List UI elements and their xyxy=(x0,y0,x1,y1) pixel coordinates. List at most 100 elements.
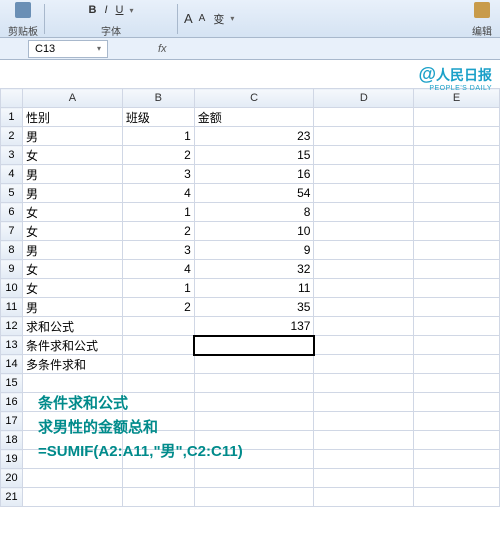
chevron-down-icon[interactable]: ▾ xyxy=(97,44,101,53)
cell[interactable]: 2 xyxy=(122,298,194,317)
cell[interactable] xyxy=(314,108,414,127)
paste-icon[interactable] xyxy=(15,2,31,18)
cell[interactable]: 4 xyxy=(122,184,194,203)
column-header[interactable]: B xyxy=(122,89,194,108)
cell[interactable] xyxy=(122,336,194,355)
name-box[interactable]: C13 ▾ xyxy=(28,40,108,58)
cell[interactable] xyxy=(314,488,414,507)
cell[interactable] xyxy=(122,488,194,507)
cell[interactable]: 4 xyxy=(122,260,194,279)
font-italic-icon[interactable]: I xyxy=(104,4,107,16)
row-header[interactable]: 20 xyxy=(1,469,23,488)
ribbon-group-font[interactable]: B I U ▾ 字体 xyxy=(51,0,171,38)
cell[interactable] xyxy=(414,260,500,279)
cell[interactable]: 班级 xyxy=(122,108,194,127)
row-header[interactable]: 16 xyxy=(1,393,23,412)
cell[interactable] xyxy=(194,355,314,374)
row-header[interactable]: 2 xyxy=(1,127,23,146)
row-header[interactable]: 10 xyxy=(1,279,23,298)
cell[interactable] xyxy=(414,298,500,317)
cell[interactable]: 男 xyxy=(22,127,122,146)
cell[interactable] xyxy=(314,412,414,431)
cell[interactable] xyxy=(194,336,314,355)
cell[interactable]: 1 xyxy=(122,203,194,222)
cell[interactable] xyxy=(414,431,500,450)
cell[interactable]: 女 xyxy=(22,279,122,298)
cell[interactable]: 多条件求和 xyxy=(22,355,122,374)
cell[interactable] xyxy=(194,488,314,507)
ribbon-group-clipboard[interactable]: 剪贴板 xyxy=(8,0,38,38)
cell[interactable]: 3 xyxy=(122,241,194,260)
cell[interactable]: 2 xyxy=(122,222,194,241)
cell[interactable]: 32 xyxy=(194,260,314,279)
cell[interactable]: 137 xyxy=(194,317,314,336)
cell[interactable]: 35 xyxy=(194,298,314,317)
cell[interactable] xyxy=(414,374,500,393)
cell[interactable] xyxy=(22,469,122,488)
row-header[interactable]: 19 xyxy=(1,450,23,469)
cell[interactable]: 1 xyxy=(122,279,194,298)
select-all-corner[interactable] xyxy=(1,89,23,108)
cell[interactable] xyxy=(314,450,414,469)
cell[interactable] xyxy=(414,336,500,355)
cell[interactable]: 54 xyxy=(194,184,314,203)
cell[interactable]: 女 xyxy=(22,222,122,241)
cell[interactable]: 女 xyxy=(22,260,122,279)
cell[interactable] xyxy=(414,279,500,298)
cell[interactable]: 11 xyxy=(194,279,314,298)
row-header[interactable]: 5 xyxy=(1,184,23,203)
cell[interactable]: 3 xyxy=(122,165,194,184)
font-underline-icon[interactable]: U xyxy=(116,4,124,16)
cell[interactable]: 男 xyxy=(22,184,122,203)
cell[interactable] xyxy=(414,355,500,374)
row-header[interactable]: 7 xyxy=(1,222,23,241)
cell[interactable] xyxy=(314,184,414,203)
cell[interactable]: 1 xyxy=(122,127,194,146)
column-header[interactable]: D xyxy=(314,89,414,108)
cell[interactable] xyxy=(314,146,414,165)
cell[interactable]: 男 xyxy=(22,165,122,184)
cell[interactable] xyxy=(414,317,500,336)
row-header[interactable]: 15 xyxy=(1,374,23,393)
cell[interactable] xyxy=(314,317,414,336)
cell[interactable] xyxy=(314,203,414,222)
row-header[interactable]: 6 xyxy=(1,203,23,222)
cell[interactable] xyxy=(314,127,414,146)
cell[interactable] xyxy=(414,165,500,184)
cell[interactable] xyxy=(314,431,414,450)
column-header[interactable]: A xyxy=(22,89,122,108)
cell[interactable] xyxy=(314,374,414,393)
cell[interactable] xyxy=(414,412,500,431)
row-header[interactable]: 1 xyxy=(1,108,23,127)
cell[interactable] xyxy=(314,241,414,260)
cell[interactable] xyxy=(122,469,194,488)
cell[interactable]: 9 xyxy=(194,241,314,260)
cell[interactable] xyxy=(194,374,314,393)
cell[interactable] xyxy=(314,222,414,241)
cell[interactable]: 8 xyxy=(194,203,314,222)
cell[interactable] xyxy=(414,108,500,127)
chevron-down-icon[interactable]: ▾ xyxy=(129,6,133,15)
cell[interactable] xyxy=(414,184,500,203)
font-bold-icon[interactable]: B xyxy=(89,4,97,16)
cell[interactable] xyxy=(122,317,194,336)
increase-font-icon[interactable]: A xyxy=(184,11,193,26)
ribbon-group-edit[interactable]: 编辑 xyxy=(472,0,492,38)
row-header[interactable]: 21 xyxy=(1,488,23,507)
row-header[interactable]: 13 xyxy=(1,336,23,355)
cell[interactable]: 16 xyxy=(194,165,314,184)
cell[interactable]: 女 xyxy=(22,146,122,165)
cell[interactable] xyxy=(314,469,414,488)
column-header[interactable]: C xyxy=(194,89,314,108)
cell[interactable] xyxy=(122,374,194,393)
row-header[interactable]: 17 xyxy=(1,412,23,431)
cell[interactable] xyxy=(414,127,500,146)
cell[interactable]: 性别 xyxy=(22,108,122,127)
ribbon-group-fontsize[interactable]: A A 变 ▾ xyxy=(184,8,234,30)
row-header[interactable]: 14 xyxy=(1,355,23,374)
cell[interactable] xyxy=(414,146,500,165)
cell[interactable] xyxy=(314,260,414,279)
fx-label[interactable]: fx xyxy=(158,43,167,55)
cell[interactable]: 求和公式 xyxy=(22,317,122,336)
cell[interactable] xyxy=(414,393,500,412)
